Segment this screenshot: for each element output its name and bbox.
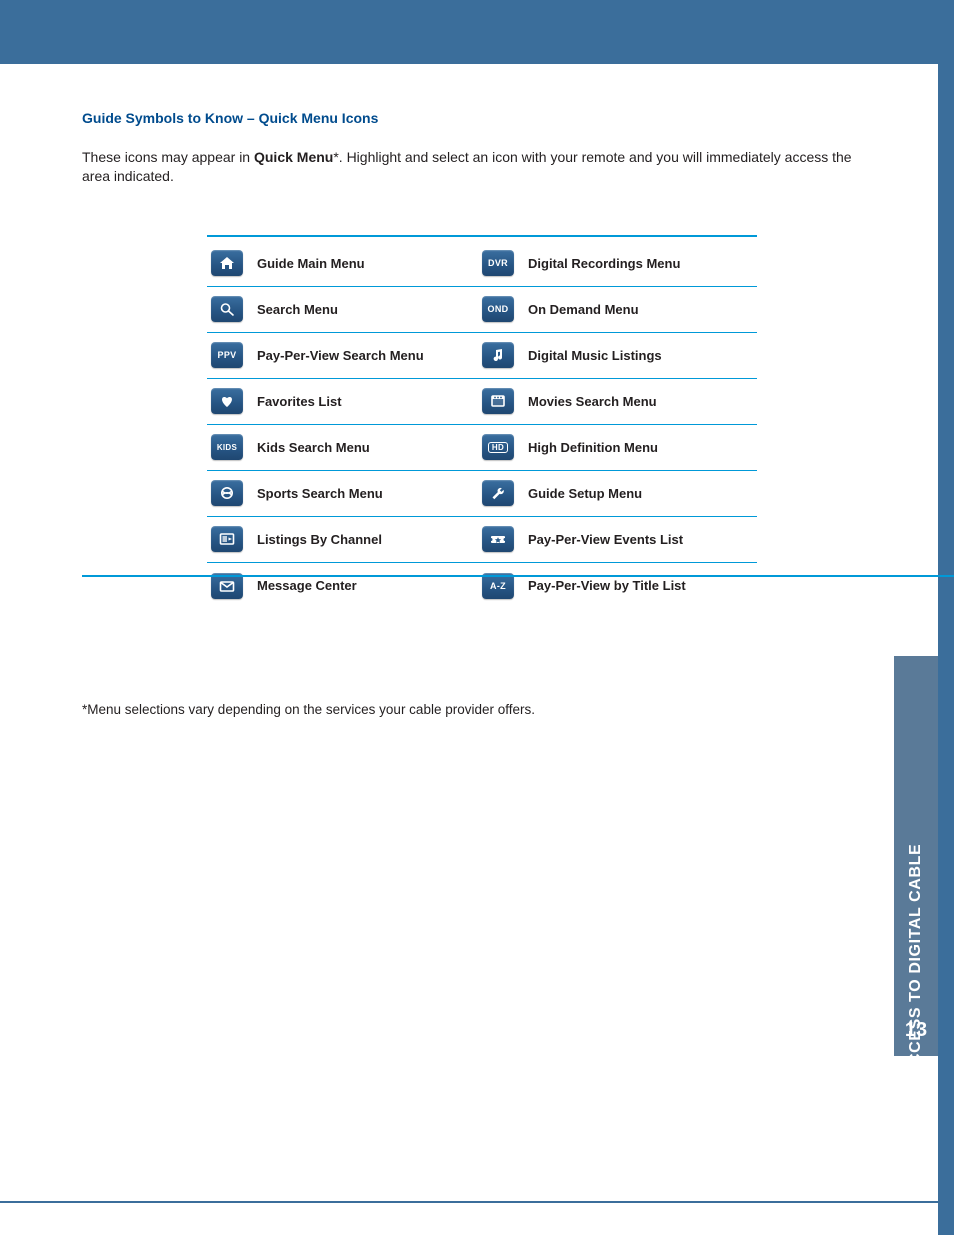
right-strip bbox=[938, 64, 954, 1235]
page-number: 13 bbox=[894, 1019, 938, 1042]
bottom-rule bbox=[0, 1201, 938, 1203]
icon-cell: Movies Search Menu bbox=[482, 388, 753, 414]
icon-label: Movies Search Menu bbox=[528, 394, 657, 409]
side-tab: YOUR ACCESS TO DIGITAL CABLE 13 bbox=[894, 656, 938, 1056]
icon-row: Listings By Channel Pay-Per-View Events L… bbox=[207, 517, 757, 563]
icon-row: Search Menu OND On Demand Menu bbox=[207, 287, 757, 333]
icon-label: Pay-Per-View Search Menu bbox=[257, 348, 424, 363]
icon-label: High Definition Menu bbox=[528, 440, 658, 455]
heart-icon bbox=[211, 388, 243, 414]
icon-cell: Guide Main Menu bbox=[211, 250, 482, 276]
intro-bold: Quick Menu bbox=[254, 149, 333, 165]
icon-label: Guide Main Menu bbox=[257, 256, 365, 271]
icon-cell: DVR Digital Recordings Menu bbox=[482, 250, 753, 276]
icon-label: Kids Search Menu bbox=[257, 440, 370, 455]
ticket-icon bbox=[482, 526, 514, 552]
dvr-icon: DVR bbox=[482, 250, 514, 276]
icon-label: Digital Recordings Menu bbox=[528, 256, 680, 271]
side-tab-label: YOUR ACCESS TO DIGITAL CABLE bbox=[907, 821, 925, 1161]
table-top-rule bbox=[207, 235, 757, 237]
icon-cell: Guide Setup Menu bbox=[482, 480, 753, 506]
side-tab-text: YOUR ACCESS TO DIGITAL CABLE bbox=[907, 844, 924, 1130]
icon-label: Pay-Per-View by Title List bbox=[528, 578, 686, 593]
icon-row: Guide Main Menu DVR Digital Recordings Men… bbox=[207, 241, 757, 287]
icon-cell: HD High Definition Menu bbox=[482, 434, 753, 460]
icon-row: KIDS Kids Search Menu HD High Definition Me… bbox=[207, 425, 757, 471]
icon-cell: Favorites List bbox=[211, 388, 482, 414]
section-heading: Guide Symbols to Know – Quick Menu Icons bbox=[82, 110, 882, 126]
icon-cell: Listings By Channel bbox=[211, 526, 482, 552]
icon-label: Message Center bbox=[257, 578, 357, 593]
icon-label: Favorites List bbox=[257, 394, 342, 409]
intro-text: These icons may appear in Quick Menu*. H… bbox=[82, 148, 882, 187]
sports-icon bbox=[211, 480, 243, 506]
icon-label: Listings By Channel bbox=[257, 532, 382, 547]
icon-row: Sports Search Menu Guide Setup Menu bbox=[207, 471, 757, 517]
icon-cell: Pay-Per-View Events List bbox=[482, 526, 753, 552]
icon-table: Guide Main Menu DVR Digital Recordings Men… bbox=[207, 235, 757, 609]
icon-cell: KIDS Kids Search Menu bbox=[211, 434, 482, 460]
icon-row: PPV Pay-Per-View Search Menu Digital Music… bbox=[207, 333, 757, 379]
listings-icon bbox=[211, 526, 243, 552]
wrench-icon bbox=[482, 480, 514, 506]
icon-cell: OND On Demand Menu bbox=[482, 296, 753, 322]
music-icon bbox=[482, 342, 514, 368]
table-bottom-rule bbox=[82, 575, 954, 577]
movies-icon bbox=[482, 388, 514, 414]
icon-cell: Search Menu bbox=[211, 296, 482, 322]
intro-before: These icons may appear in bbox=[82, 149, 254, 165]
icon-label: On Demand Menu bbox=[528, 302, 639, 317]
footnote: *Menu selections vary depending on the s… bbox=[82, 702, 535, 717]
icon-label: Search Menu bbox=[257, 302, 338, 317]
icon-label: Pay-Per-View Events List bbox=[528, 532, 683, 547]
icon-label: Guide Setup Menu bbox=[528, 486, 642, 501]
home-icon bbox=[211, 250, 243, 276]
ond-icon: OND bbox=[482, 296, 514, 322]
icon-label: Sports Search Menu bbox=[257, 486, 383, 501]
icon-row: Message CenterA-ZPay-Per-View by Title L… bbox=[207, 563, 757, 609]
top-band bbox=[0, 0, 954, 64]
icon-cell: Sports Search Menu bbox=[211, 480, 482, 506]
side-tab-divider bbox=[907, 1136, 923, 1138]
icon-cell: Digital Music Listings bbox=[482, 342, 753, 368]
icon-row: Favorites List Movies Search Menu bbox=[207, 379, 757, 425]
ppv-icon: PPV bbox=[211, 342, 243, 368]
hd-icon: HD bbox=[482, 434, 514, 460]
icon-label: Digital Music Listings bbox=[528, 348, 662, 363]
search-icon bbox=[211, 296, 243, 322]
icon-cell: PPV Pay-Per-View Search Menu bbox=[211, 342, 482, 368]
kids-icon: KIDS bbox=[211, 434, 243, 460]
